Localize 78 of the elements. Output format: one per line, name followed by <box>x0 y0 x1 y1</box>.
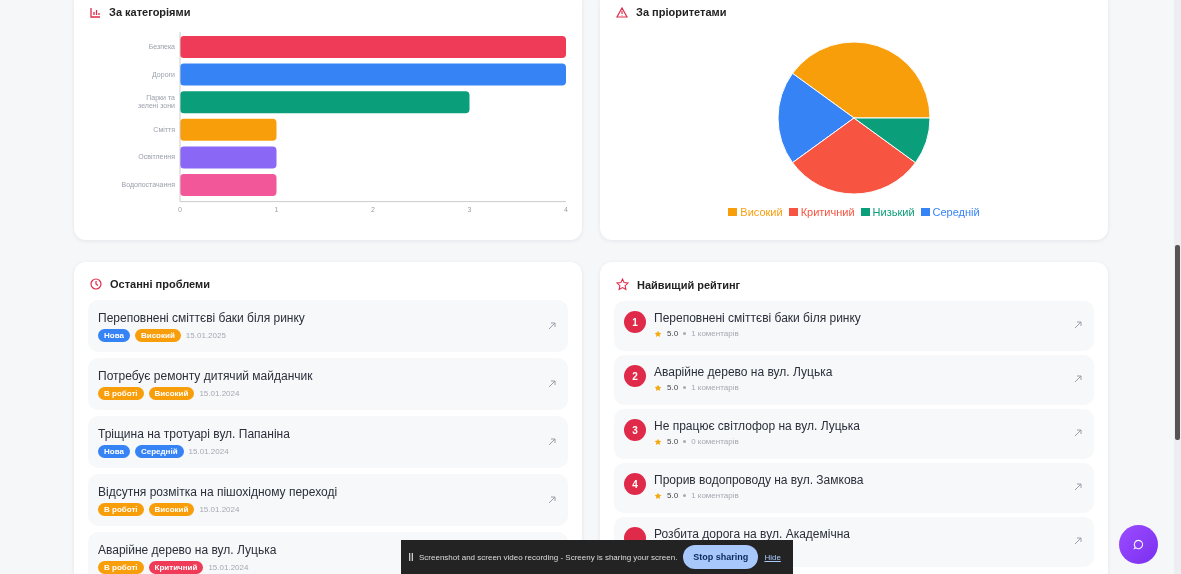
pause-icon <box>409 553 413 561</box>
issue-title: Не працює світлофор на вул. Луцька <box>654 419 861 433</box>
external-link-icon[interactable] <box>1074 537 1082 545</box>
card-title: За пріоритетами <box>636 6 727 18</box>
issue-row[interactable]: Потребує ремонту дитячий майданчик В роботі Високий 15.01.2024 <box>88 358 568 410</box>
external-link-icon[interactable] <box>1074 429 1082 437</box>
external-link-icon[interactable] <box>548 438 556 446</box>
priority-badge: Високий <box>134 328 181 342</box>
chat-button[interactable] <box>1119 525 1158 564</box>
card-title: Найвищий рейтинг <box>637 278 741 291</box>
rank-number: 4 <box>624 473 646 495</box>
dot-separator-icon <box>683 440 687 443</box>
star-icon <box>654 383 662 392</box>
external-link-icon[interactable] <box>1074 375 1082 383</box>
legend-item: Низький <box>860 206 915 218</box>
dot-separator-icon <box>683 386 687 389</box>
chat-icon <box>1133 539 1144 550</box>
issue-title: Переповнені сміттєві баки біля ринку <box>654 311 862 325</box>
comment-count: 1 коментарів <box>691 491 739 500</box>
star-icon <box>654 329 662 338</box>
rank-number: 1 <box>624 311 646 333</box>
status-badge: Нова <box>98 328 130 342</box>
issue-title: Прорив водопроводу на вул. Замкова <box>654 473 865 487</box>
comment-count: 1 коментарів <box>691 329 739 338</box>
external-link-icon[interactable] <box>548 380 556 388</box>
external-link-icon[interactable] <box>1074 321 1082 329</box>
comment-count: 1 коментарів <box>691 383 739 392</box>
issue-title: Аварійне дерево на вул. Луцька <box>98 542 278 557</box>
issue-date: 15.01.2024 <box>208 562 249 572</box>
issue-title: Розбита дорога на вул. Академічна <box>654 527 851 541</box>
external-link-icon[interactable] <box>1074 483 1082 491</box>
rank-number: 3 <box>624 419 646 441</box>
hide-link[interactable]: Hide <box>764 552 781 562</box>
status-badge: В роботі <box>98 386 144 400</box>
clock-icon <box>90 278 102 290</box>
rank-number: 2 <box>624 365 646 387</box>
issue-title: Аварійне дерево на вул. Луцька <box>654 365 834 379</box>
issue-title: Тріщина на тротуарі вул. Папаніна <box>98 426 291 441</box>
star-icon <box>654 437 662 446</box>
priority-badge: Середній <box>134 444 184 458</box>
dot-separator-icon <box>683 332 687 335</box>
rated-issue-row[interactable]: 1 Переповнені сміттєві баки біля ринку 5.0 1 коментарів <box>614 301 1094 351</box>
rated-issue-row[interactable]: 2 Аварійне дерево на вул. Луцька 5.0 1 коментарів <box>614 355 1094 405</box>
issue-date: 15.01.2024 <box>199 504 240 514</box>
status-badge: Нова <box>98 444 130 458</box>
card-title: Останні проблеми <box>110 278 210 290</box>
issue-title: Відсутня розмітка на пішохідному переході <box>98 484 339 499</box>
priority-badge: Високий <box>148 386 195 400</box>
external-link-icon[interactable] <box>548 496 556 504</box>
warning-icon <box>616 6 628 18</box>
legend-item: Високий <box>728 206 783 218</box>
issue-title: Потребує ремонту дитячий майданчик <box>98 368 314 383</box>
scrollbar[interactable] <box>1174 0 1181 574</box>
dot-separator-icon <box>683 494 687 497</box>
issue-row[interactable]: Переповнені сміттєві баки біля ринку Нова Високий 15.01.2025 <box>88 300 568 352</box>
priority-badge: Критичний <box>148 560 204 574</box>
rated-issue-row[interactable]: 4 Прорив водопроводу на вул. Замкова 5.0 1 коментарів <box>614 463 1094 513</box>
issue-date: 15.01.2025 <box>185 330 226 340</box>
external-link-icon[interactable] <box>548 322 556 330</box>
priority-badge: Високий <box>148 502 195 516</box>
issue-row[interactable]: Тріщина на тротуарі вул. Папаніна Нова Середній 15.01.2024 <box>88 416 568 468</box>
status-badge: В роботі <box>98 502 144 516</box>
rating-value: 5.0 <box>667 437 679 446</box>
rating-value: 5.0 <box>667 383 679 392</box>
issue-date: 15.01.2024 <box>199 388 240 398</box>
card-title: За категоріями <box>109 6 191 18</box>
issue-title: Переповнені сміттєві баки біля ринку <box>98 310 306 325</box>
legend-item: Критичний <box>788 206 855 218</box>
stop-sharing-button[interactable]: Stop sharing <box>683 545 759 569</box>
issue-row[interactable]: Відсутня розмітка на пішохідному переході В роботі Високий 15.01.2024 <box>88 474 568 526</box>
star-icon <box>616 278 629 291</box>
rating-value: 5.0 <box>667 329 679 338</box>
legend-item: Середній <box>920 206 980 218</box>
issue-date: 15.01.2024 <box>188 446 229 456</box>
status-badge: В роботі <box>98 560 144 574</box>
bar-chart-icon <box>90 6 101 18</box>
star-icon <box>654 491 662 500</box>
rating-value: 5.0 <box>667 491 679 500</box>
